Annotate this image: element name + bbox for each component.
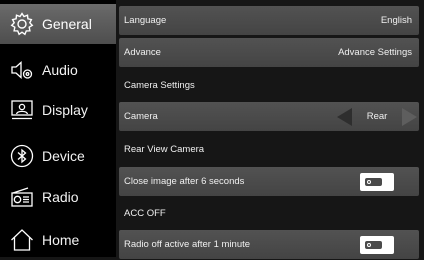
sidebar-item-label: Device [42,148,85,164]
sidebar: General Audio Display Device Radio Home [0,0,116,257]
arrow-right-icon[interactable] [401,107,419,127]
advance-label: Advance [124,47,161,58]
sidebar-item-display[interactable]: Display [0,90,116,130]
close-image-toggle[interactable] [360,172,394,191]
speaker-icon [11,61,33,79]
radio-off-row: Radio off active after 1 minute [119,230,419,259]
language-value: English [380,15,412,26]
sidebar-item-label: Display [42,102,88,118]
sidebar-item-label: Audio [42,62,78,78]
advance-row[interactable]: Advance Advance Settings [119,38,419,67]
camera-value: Rear [366,111,388,122]
radio-off-label: Radio off active after 1 minute [124,239,251,250]
sidebar-item-label: Home [42,232,80,248]
rear-view-camera-heading: Rear View Camera [124,144,205,155]
bluetooth-icon [10,144,34,168]
language-row[interactable]: Language English [119,6,419,35]
sidebar-item-label: Radio [42,189,79,205]
close-image-row: Close image after 6 seconds [119,167,419,196]
arrow-left-icon[interactable] [335,107,353,127]
display-icon [11,100,33,120]
gear-icon [10,12,34,36]
radio-off-toggle[interactable] [360,235,394,254]
close-image-label: Close image after 6 seconds [124,176,245,187]
acc-off-heading: ACC OFF [124,208,166,219]
sidebar-item-device[interactable]: Device [0,136,116,176]
radio-icon [11,187,33,207]
camera-label: Camera [124,111,158,122]
toggle-knob [365,177,382,186]
camera-row: Camera Rear [119,102,419,131]
sidebar-item-radio[interactable]: Radio [0,177,116,217]
sidebar-item-label: General [42,16,92,32]
camera-settings-heading: Camera Settings [124,80,195,91]
sidebar-item-home[interactable]: Home [0,220,116,260]
toggle-knob [365,240,382,249]
camera-selector: Rear [335,107,419,127]
home-icon [11,229,33,251]
sidebar-item-audio[interactable]: Audio [0,50,116,90]
advance-value: Advance Settings [338,47,412,58]
language-label: Language [124,15,167,26]
settings-panel: Language English Advance Advance Setting… [119,0,419,259]
sidebar-item-general[interactable]: General [0,4,116,44]
